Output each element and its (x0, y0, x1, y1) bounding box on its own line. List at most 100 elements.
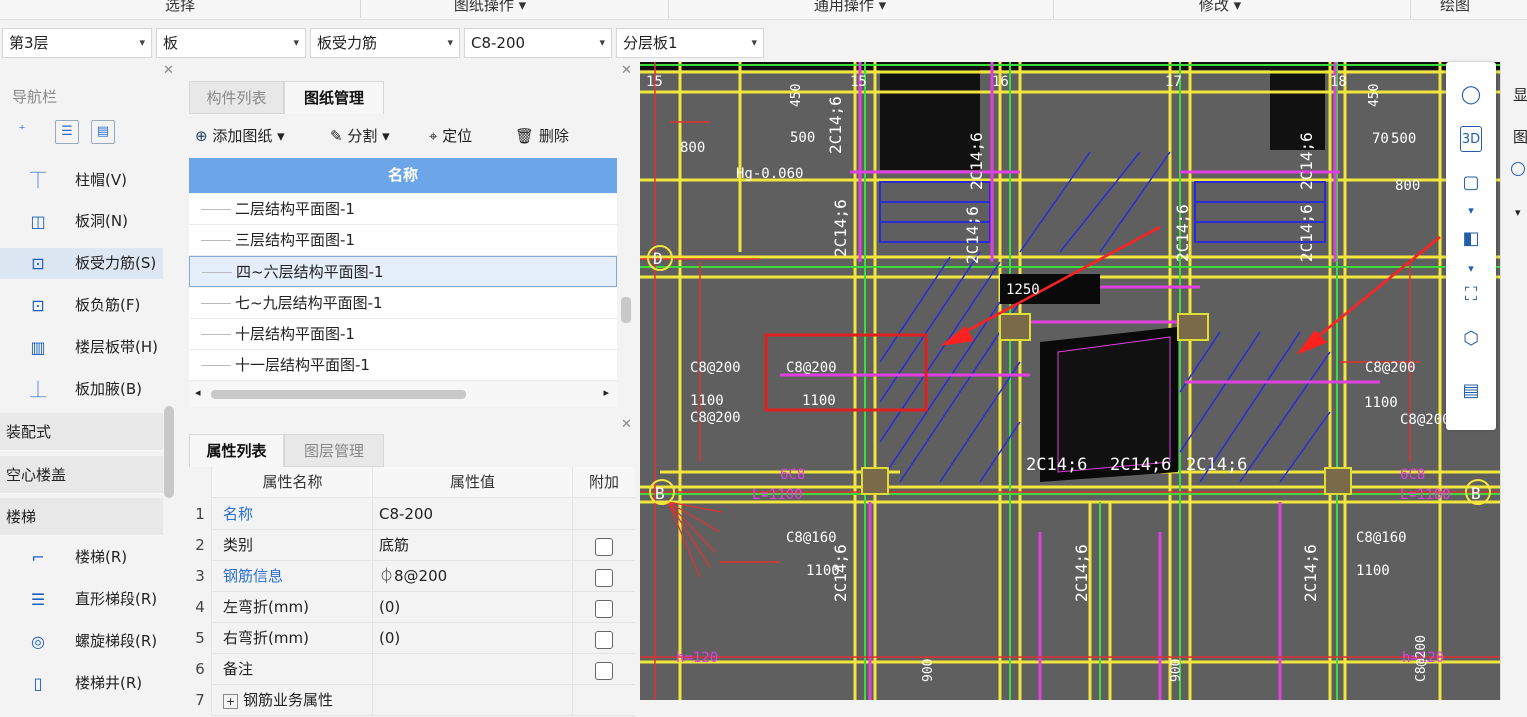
cad-text: L=1100 (1400, 487, 1451, 503)
row-number: 5 (189, 623, 212, 654)
chevron-down-icon: ▾ (751, 36, 757, 49)
nav-item-slab-hole[interactable]: ◫ 板洞(N) (0, 206, 163, 237)
sparkle-icon[interactable]: ⁺ (10, 120, 34, 144)
drawing-row-label: 十一层结构平面图-1 (235, 356, 370, 374)
layer-value: 分层板1 (623, 34, 678, 52)
chevron-down-icon[interactable]: ▾ (1515, 206, 1521, 219)
subtype-select[interactable]: 板受力筋 ▾ (310, 28, 460, 58)
property-key: 名称 (213, 499, 373, 530)
chevron-down-icon[interactable]: ▾ (1458, 256, 1484, 282)
tab-drawing-management[interactable]: 图纸管理 (284, 81, 384, 114)
type-select[interactable]: 板 ▾ (156, 28, 306, 58)
ribbon-group-drawing-ops[interactable]: 图纸操作 ▾ (420, 0, 560, 16)
extra-checkbox[interactable] (595, 538, 613, 556)
property-key: 类别 (213, 530, 373, 561)
drawing-row-selected[interactable]: 四~六层结构平面图-1 (189, 256, 617, 287)
drawing-vscroll[interactable] (621, 297, 631, 323)
extra-checkbox[interactable] (595, 631, 613, 649)
extra-checkbox[interactable] (595, 662, 613, 680)
orbit-icon[interactable]: ◯ (1458, 82, 1484, 108)
tab-layer-management[interactable]: 图层管理 (284, 434, 384, 467)
drawing-row[interactable]: 十层结构平面图-1 (189, 319, 617, 350)
drawing-row[interactable]: 十一层结构平面图-1 (189, 350, 617, 381)
property-value[interactable]: 底筋 (373, 530, 573, 561)
drawing-row[interactable]: 七~九层结构平面图-1 (189, 288, 617, 319)
row-number: 6 (189, 654, 212, 685)
nav-item-column-cap[interactable]: ⏉ 柱帽(V) (0, 165, 163, 196)
fullscreen-icon[interactable]: ⛶ (1458, 282, 1484, 308)
nav-category-prefab[interactable]: 装配式 (0, 413, 163, 451)
drawing-row-label: 七~九层结构平面图-1 (235, 294, 383, 312)
cad-canvas[interactable]: 15 15 16 17 18 D B B 500 800 Hg-0.060 70… (640, 62, 1500, 700)
tab-component-list[interactable]: 构件列表 (189, 81, 284, 114)
nav-scrollbar[interactable] (164, 406, 174, 498)
property-extra (573, 530, 635, 561)
property-row[interactable]: 2 类别 底筋 (189, 530, 635, 561)
property-row[interactable]: 4 左弯折(mm) (0) (189, 592, 635, 623)
solid-box-icon[interactable]: ◧ (1458, 226, 1484, 252)
view-cube-icon[interactable]: ⬡ (1458, 326, 1484, 352)
doc-view-icon[interactable]: ▤ (1458, 378, 1484, 404)
display-panel-tab[interactable]: 图 (1513, 126, 1527, 147)
cad-text: 1100 (1364, 395, 1398, 411)
stair-icon: ⌐ (31, 548, 45, 567)
scroll-left-icon[interactable]: ◂ (195, 386, 201, 399)
split-button[interactable]: ✎ 分割 ▾ (330, 125, 390, 146)
box-view-icon[interactable]: ▢ (1458, 170, 1484, 196)
chevron-down-icon[interactable]: ▾ (1458, 198, 1484, 224)
cad-text: 800 (680, 140, 705, 156)
drawing-row[interactable]: 二层结构平面图-1 (189, 194, 617, 225)
nav-item-stairwell[interactable]: ▯ 楼梯井(R) (0, 668, 163, 699)
nav-item-floor-strip[interactable]: ▥ 楼层板带(H) (0, 332, 163, 363)
floor-select[interactable]: 第3层 ▾ (2, 28, 152, 58)
drawing-row[interactable]: 三层结构平面图-1 (189, 225, 617, 256)
property-row[interactable]: 6 备注 (189, 654, 635, 685)
close-icon[interactable]: ✕ (163, 63, 174, 78)
property-row[interactable]: 7 + 钢筋业务属性 (189, 685, 635, 716)
property-value[interactable]: C8-200 (373, 499, 573, 530)
locate-button[interactable]: ⌖ 定位 (429, 125, 472, 146)
floor-value: 第3层 (9, 34, 49, 52)
add-drawing-button[interactable]: ⊕ 添加图纸 ▾ (195, 125, 285, 146)
property-value[interactable]: (0) (373, 592, 573, 623)
delete-button[interactable]: 🗑 删除 (515, 125, 569, 146)
nav-item-slab-haunch[interactable]: ⏊ 板加腋(B) (0, 374, 163, 405)
tab-property-list[interactable]: 属性列表 (189, 434, 284, 467)
nav-item-label: 楼梯井(R) (75, 674, 143, 692)
scroll-right-icon[interactable]: ▸ (603, 386, 609, 399)
property-row[interactable]: 3 钢筋信息 ⏀8@200 (189, 561, 635, 592)
spec-select[interactable]: C8-200 ▾ (464, 28, 612, 58)
property-key-group: + 钢筋业务属性 (213, 685, 373, 716)
ribbon-group-draw[interactable]: 绘图 (1420, 0, 1490, 16)
ribbon-group-modify[interactable]: 修改 ▾ (1180, 0, 1260, 16)
nav-item-spiral-flight[interactable]: ◎ 螺旋梯段(R) (0, 626, 163, 657)
straight-flight-icon: ☰ (30, 590, 46, 609)
nav-category-hollow-floor[interactable]: 空心楼盖 (0, 456, 163, 494)
3d-view-icon[interactable]: 3D (1460, 126, 1482, 152)
display-radio[interactable] (1511, 162, 1525, 176)
drawing-hscroll-thumb[interactable] (211, 390, 466, 399)
drawing-row-label: 四~六层结构平面图-1 (236, 263, 384, 281)
close-icon[interactable]: ✕ (621, 417, 632, 432)
list-view-icon[interactable]: ☰ (55, 120, 79, 144)
property-header-name: 属性名称 (213, 467, 373, 498)
extra-checkbox[interactable] (595, 600, 613, 618)
property-value[interactable]: ⏀8@200 (373, 561, 573, 592)
property-row[interactable]: 5 右弯折(mm) (0) (189, 623, 635, 654)
nav-category-stairs[interactable]: 楼梯 (0, 498, 163, 536)
nav-item-straight-flight[interactable]: ☰ 直形梯段(R) (0, 584, 163, 615)
property-value[interactable]: (0) (373, 623, 573, 654)
close-icon[interactable]: ✕ (621, 63, 632, 78)
nav-item-slab-rebar[interactable]: ⊡ 板受力筋(S) (0, 248, 163, 279)
nav-item-slab-negative-rebar[interactable]: ⊡ 板负筋(F) (0, 290, 163, 321)
ribbon-group-general-ops[interactable]: 通用操作 ▾ (780, 0, 920, 16)
extra-checkbox[interactable] (595, 569, 613, 587)
property-value[interactable] (373, 654, 573, 685)
detail-view-icon[interactable]: ▤ (91, 120, 115, 144)
ribbon-group-select[interactable]: 选择 (140, 0, 220, 16)
property-row[interactable]: 1 名称 C8-200 (189, 499, 635, 530)
drawing-row-label: 二层结构平面图-1 (235, 200, 355, 218)
expand-icon[interactable]: + (223, 694, 239, 709)
nav-item-stair[interactable]: ⌐ 楼梯(R) (0, 542, 163, 573)
layer-select[interactable]: 分层板1 ▾ (616, 28, 764, 58)
